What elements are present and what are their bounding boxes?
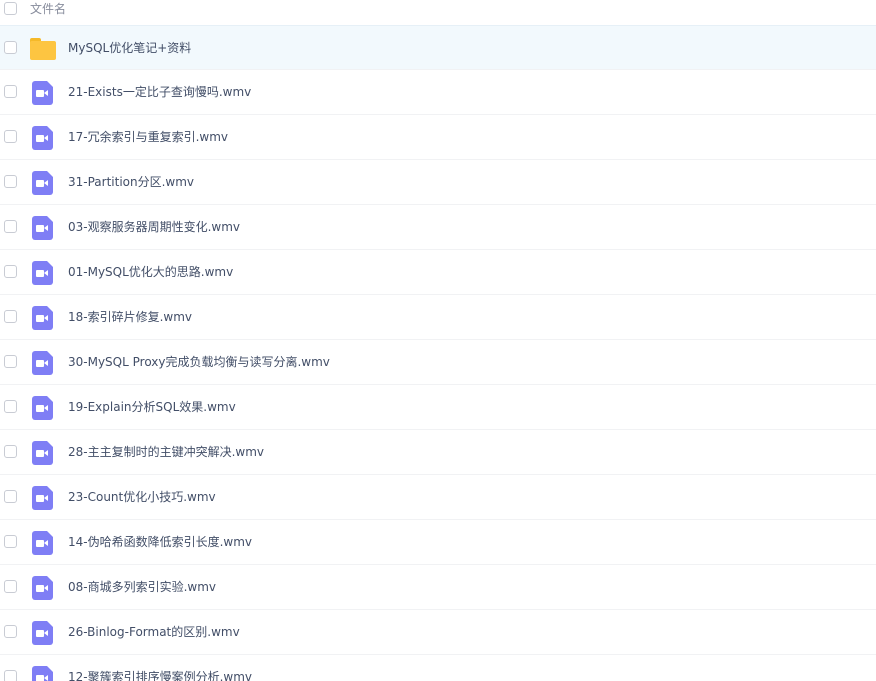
file-row[interactable]: 23-Count优化小技巧.wmv [0, 475, 876, 520]
file-row[interactable]: 30-MySQL Proxy完成负载均衡与读写分离.wmv [0, 340, 876, 385]
file-row[interactable]: 14-伪哈希函数降低索引长度.wmv [0, 520, 876, 565]
file-row[interactable]: 31-Partition分区.wmv [0, 160, 876, 205]
row-checkbox[interactable] [4, 625, 17, 638]
row-checkbox[interactable] [4, 41, 17, 54]
video-file-icon[interactable] [32, 351, 53, 375]
row-checkbox[interactable] [4, 220, 17, 233]
file-row[interactable]: 21-Exists一定比子查询慢吗.wmv [0, 70, 876, 115]
video-file-icon[interactable] [32, 216, 53, 240]
row-checkbox[interactable] [4, 490, 17, 503]
file-name-link[interactable]: 21-Exists一定比子查询慢吗.wmv [68, 85, 251, 99]
file-name-link[interactable]: 30-MySQL Proxy完成负载均衡与读写分离.wmv [68, 355, 330, 369]
file-row[interactable]: 17-冗余索引与重复索引.wmv [0, 115, 876, 160]
file-row[interactable]: 03-观察服务器周期性变化.wmv [0, 205, 876, 250]
file-name-link[interactable]: 18-索引碎片修复.wmv [68, 310, 192, 324]
video-file-icon[interactable] [32, 171, 53, 195]
row-checkbox[interactable] [4, 130, 17, 143]
row-checkbox[interactable] [4, 580, 17, 593]
row-checkbox[interactable] [4, 310, 17, 323]
file-name-link[interactable]: 26-Binlog-Format的区别.wmv [68, 625, 240, 639]
video-file-icon[interactable] [32, 441, 53, 465]
video-file-icon[interactable] [32, 576, 53, 600]
video-file-icon[interactable] [32, 126, 53, 150]
video-file-icon[interactable] [32, 531, 53, 555]
video-file-icon[interactable] [32, 81, 53, 105]
video-file-icon[interactable] [32, 486, 53, 510]
row-checkbox[interactable] [4, 445, 17, 458]
row-checkbox[interactable] [4, 175, 17, 188]
file-row[interactable]: MySQL优化笔记+资料 [0, 25, 876, 70]
video-file-icon[interactable] [32, 306, 53, 330]
file-row[interactable]: 26-Binlog-Format的区别.wmv [0, 610, 876, 655]
file-name-link[interactable]: 08-商城多列索引实验.wmv [68, 580, 216, 594]
video-file-icon[interactable] [32, 396, 53, 420]
select-all-checkbox[interactable] [4, 2, 17, 15]
row-checkbox[interactable] [4, 85, 17, 98]
row-checkbox[interactable] [4, 265, 17, 278]
folder-icon[interactable] [30, 38, 56, 60]
row-checkbox[interactable] [4, 400, 17, 413]
file-row[interactable]: 12-聚簇索引排序慢案例分析.wmv [0, 655, 876, 681]
file-name-link[interactable]: 19-Explain分析SQL效果.wmv [68, 400, 236, 414]
column-header-filename[interactable]: 文件名 [30, 2, 66, 16]
file-row[interactable]: 19-Explain分析SQL效果.wmv [0, 385, 876, 430]
file-name-link[interactable]: 14-伪哈希函数降低索引长度.wmv [68, 535, 252, 549]
video-file-icon[interactable] [32, 621, 53, 645]
list-header: 文件名 [0, 0, 876, 20]
file-name-link[interactable]: 28-主主复制时的主键冲突解决.wmv [68, 445, 264, 459]
file-row[interactable]: 18-索引碎片修复.wmv [0, 295, 876, 340]
row-checkbox[interactable] [4, 670, 17, 681]
file-name-link[interactable]: 31-Partition分区.wmv [68, 175, 194, 189]
file-name-link[interactable]: 17-冗余索引与重复索引.wmv [68, 130, 228, 144]
file-name-link[interactable]: 01-MySQL优化大的思路.wmv [68, 265, 233, 279]
file-row[interactable]: 08-商城多列索引实验.wmv [0, 565, 876, 610]
file-row[interactable]: 28-主主复制时的主键冲突解决.wmv [0, 430, 876, 475]
row-checkbox[interactable] [4, 535, 17, 548]
row-checkbox[interactable] [4, 355, 17, 368]
file-name-link[interactable]: 03-观察服务器周期性变化.wmv [68, 220, 240, 234]
file-name-link[interactable]: 12-聚簇索引排序慢案例分析.wmv [68, 670, 252, 681]
file-name-link[interactable]: MySQL优化笔记+资料 [68, 41, 191, 55]
video-file-icon[interactable] [32, 666, 53, 681]
file-name-link[interactable]: 23-Count优化小技巧.wmv [68, 490, 216, 504]
file-list: MySQL优化笔记+资料 21-Exists一定比子查询慢吗.wmv 17-冗余索引… [0, 25, 876, 681]
file-browser: 文件名 MySQL优化笔记+资料 21-Exists一定比子查询慢吗.wmv 17-… [0, 0, 876, 681]
file-row[interactable]: 01-MySQL优化大的思路.wmv [0, 250, 876, 295]
video-file-icon[interactable] [32, 261, 53, 285]
